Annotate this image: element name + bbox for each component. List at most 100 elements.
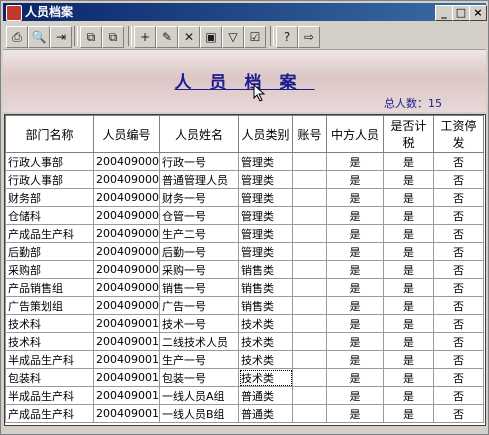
table-cell[interactable] (292, 170, 327, 189)
table-cell[interactable]: 行政人事部 (5, 170, 94, 189)
table-cell[interactable]: 普通类 (238, 404, 293, 423)
table-cell[interactable]: 2004090008 (93, 278, 160, 297)
table-row[interactable]: 技术科 2004090010 技术一号 技术类是是否 (5, 314, 484, 333)
table-cell[interactable]: 是 (326, 278, 384, 297)
table-cell[interactable]: 是 (383, 332, 434, 351)
table-cell[interactable]: 财务部 (5, 188, 94, 207)
table-cell[interactable] (292, 242, 327, 261)
table-cell[interactable]: 后勤部 (5, 242, 94, 261)
table-cell[interactable]: 技术科 (5, 314, 94, 333)
table-cell[interactable]: 销售类 (238, 296, 293, 315)
table-row[interactable]: 采购部 2004090007 采购一号 销售类是是否 (5, 260, 484, 279)
table-cell[interactable]: 是 (326, 386, 384, 405)
table-cell[interactable]: 是 (383, 206, 434, 225)
table-cell[interactable]: 2004090002 (93, 170, 160, 189)
table-cell[interactable]: 否 (433, 152, 484, 171)
table-cell[interactable] (292, 314, 327, 333)
table-cell[interactable] (292, 206, 327, 225)
filter-button[interactable]: ▽ (222, 26, 244, 48)
table-cell[interactable]: 是 (326, 188, 384, 207)
table-cell[interactable]: 2004090001 (93, 152, 160, 171)
table-row[interactable]: 广告策划组 2004090009 广告一号 销售类是是否 (5, 296, 484, 315)
table-cell[interactable]: 一线人员A组 (159, 386, 239, 405)
table-cell[interactable]: 技术类 (238, 368, 293, 387)
table-cell[interactable]: 2004090009 (93, 296, 160, 315)
export-button[interactable]: ⇥ (50, 26, 72, 48)
table-cell[interactable]: 技术类 (238, 314, 293, 333)
table-cell[interactable]: 否 (433, 188, 484, 207)
table-row[interactable]: 半成品生产科 2004090014 一线人员A组 普通类是是否 (5, 386, 484, 405)
table-cell[interactable]: 是 (326, 296, 384, 315)
table-cell[interactable]: 后勤一号 (159, 242, 239, 261)
table-cell[interactable]: 管理类 (238, 188, 293, 207)
maximize-button[interactable]: □ (452, 5, 470, 21)
add-button[interactable]: + (134, 26, 156, 48)
table-cell[interactable]: 技术一号 (159, 314, 239, 333)
table-cell[interactable]: 是 (383, 224, 434, 243)
table-cell[interactable]: 是 (326, 332, 384, 351)
table-cell[interactable]: 是 (326, 242, 384, 261)
table-cell[interactable]: 管理类 (238, 206, 293, 225)
table-cell[interactable]: 财务一号 (159, 188, 239, 207)
table-cell[interactable]: 否 (433, 350, 484, 369)
table-cell[interactable] (292, 224, 327, 243)
table-cell[interactable]: 半成品生产科 (5, 386, 94, 405)
table-row[interactable]: 仓储科 2004090004 仓管一号 管理类是是否 (5, 206, 484, 225)
settings-button[interactable]: ☑ (244, 26, 266, 48)
paste-button[interactable]: ⧉ (102, 26, 124, 48)
table-cell[interactable]: 销售类 (238, 278, 293, 297)
table-cell[interactable]: 普通管理人员 (159, 170, 239, 189)
table-cell[interactable]: 是 (383, 152, 434, 171)
table-cell[interactable]: 采购一号 (159, 260, 239, 279)
table-cell[interactable]: 否 (433, 332, 484, 351)
table-cell[interactable]: 是 (383, 386, 434, 405)
table-cell[interactable] (292, 188, 327, 207)
table-cell[interactable]: 生产二号 (159, 224, 239, 243)
table-cell[interactable]: 管理类 (238, 242, 293, 261)
table-cell[interactable]: 否 (433, 242, 484, 261)
close-button[interactable]: × (469, 5, 487, 21)
table-cell[interactable]: 是 (326, 206, 384, 225)
table-cell[interactable]: 是 (383, 314, 434, 333)
table-cell[interactable]: 仓储科 (5, 206, 94, 225)
table-cell[interactable]: 是 (383, 170, 434, 189)
table-cell[interactable]: 广告一号 (159, 296, 239, 315)
table-row[interactable]: 产成品生产科 2004090015 一线人员B组 普通类是是否 (5, 404, 484, 423)
table-cell[interactable]: 是 (383, 188, 434, 207)
table-cell[interactable]: 管理类 (238, 170, 293, 189)
table-cell[interactable]: 是 (326, 368, 384, 387)
table-cell[interactable]: 是 (383, 404, 434, 423)
table-cell[interactable]: 是 (326, 314, 384, 333)
column-header[interactable]: 账号 (292, 115, 327, 153)
table-cell[interactable]: 否 (433, 206, 484, 225)
table-cell[interactable]: 管理类 (238, 152, 293, 171)
employee-table[interactable]: 部门名称 人员编号 人员姓名 人员类别 账号 中方人员 是否计税 工资停发 行政… (4, 114, 486, 426)
table-cell[interactable]: 生产一号 (159, 350, 239, 369)
table-cell[interactable] (292, 332, 327, 351)
table-cell[interactable] (292, 152, 327, 171)
title-bar[interactable]: 人员档案 _ □ × (3, 3, 487, 21)
table-cell[interactable] (292, 350, 327, 369)
table-cell[interactable]: 2004090014 (93, 386, 160, 405)
table-cell[interactable]: 是 (326, 152, 384, 171)
table-row[interactable]: 产成品生产科 2004090005 生产二号 管理类是是否 (5, 224, 484, 243)
minimize-button[interactable]: _ (435, 5, 453, 21)
table-cell[interactable]: 是 (383, 296, 434, 315)
app-icon[interactable] (6, 5, 22, 21)
table-cell[interactable]: 否 (433, 368, 484, 387)
table-cell[interactable]: 2004090003 (93, 188, 160, 207)
delete-button[interactable]: ✕ (178, 26, 200, 48)
table-cell[interactable]: 产成品生产科 (5, 404, 94, 423)
table-row[interactable]: 包装科 2004090013 包装一号 技术类是是否 (5, 368, 484, 387)
table-cell[interactable]: 包装一号 (159, 368, 239, 387)
table-cell[interactable]: 是 (383, 242, 434, 261)
table-row[interactable]: 半成品生产科 2004090012 生产一号 技术类是是否 (5, 350, 484, 369)
table-cell[interactable]: 是 (326, 224, 384, 243)
table-cell[interactable] (292, 386, 327, 405)
table-cell[interactable]: 是 (383, 350, 434, 369)
column-header[interactable]: 工资停发 (433, 115, 484, 153)
table-cell[interactable] (292, 260, 327, 279)
column-header[interactable]: 人员类别 (238, 115, 293, 153)
table-row[interactable]: 财务部 2004090003 财务一号 管理类是是否 (5, 188, 484, 207)
table-cell[interactable] (292, 296, 327, 315)
